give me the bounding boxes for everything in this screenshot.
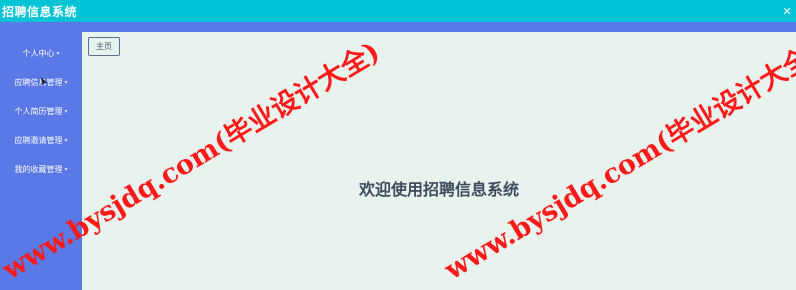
welcome-message: 欢迎使用招聘信息系统 [358, 180, 519, 199]
sidebar-item-invitation[interactable]: 应聘邀请管理 ▾ [0, 130, 82, 150]
sidebar-item-label: 应聘信息管理 [14, 77, 63, 87]
sidebar-item-personal-center[interactable]: 个人中心 ▾ [0, 43, 82, 63]
sidebar-item-label: 个人中心 [22, 48, 55, 58]
sidebar-item-resume[interactable]: 个人简历管理 ▾ [0, 101, 82, 121]
sidebar-item-label: 应聘邀请管理 [14, 135, 63, 145]
chevron-down-icon: ▾ [64, 165, 68, 173]
sidebar-item-label: 个人简历管理 [14, 106, 63, 116]
header-stripe [0, 22, 796, 32]
sidebar-item-application-info[interactable]: 应聘信息管理 ▾ [0, 72, 82, 92]
main-content: 主页 欢迎使用招聘信息系统 [82, 32, 796, 290]
chevron-down-icon: ▾ [64, 136, 68, 144]
sidebar-item-favorites[interactable]: 我的收藏管理 ▾ [0, 159, 82, 179]
app-title: 招聘信息系统 [2, 4, 78, 19]
close-icon[interactable]: ✕ [780, 4, 794, 18]
sidebar-item-label: 我的收藏管理 [14, 164, 63, 174]
home-button[interactable]: 主页 [88, 37, 120, 56]
sidebar: 个人中心 ▾ 应聘信息管理 ▾ 个人简历管理 ▾ 应聘邀请管理 ▾ 我的收藏管理… [0, 32, 82, 290]
title-bar: 招聘信息系统 ✕ [0, 0, 796, 22]
chevron-down-icon: ▾ [64, 78, 68, 86]
chevron-down-icon: ▾ [56, 49, 60, 57]
chevron-down-icon: ▾ [64, 107, 68, 115]
